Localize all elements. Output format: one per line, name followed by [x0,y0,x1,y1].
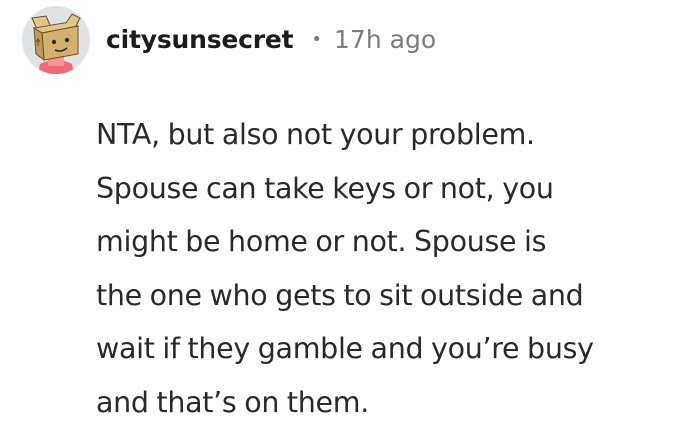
comment-body-line: Spouse can take keys or not, you [96,162,686,216]
comment-body: NTA, but also not your problem. Spouse c… [96,108,686,429]
comment-body-line: the one who gets to sit outside and [96,269,686,323]
comment-body-line: might be home or not. Spouse is [96,215,686,269]
comment-body-line: and that’s on them. [96,376,686,429]
cardboard-box-avatar-icon [22,6,90,74]
meta-separator: • [311,29,322,50]
comment-body-line: wait if they gamble and you’re busy [96,322,686,376]
comment-author[interactable]: citysunsecret [106,25,293,54]
comment-timestamp[interactable]: 17h ago [334,25,436,54]
comment-body-line: NTA, but also not your problem. [96,108,686,162]
avatar[interactable] [22,6,90,74]
comment: citysunsecret • 17h ago NTA, but also no… [0,0,700,428]
comment-header: citysunsecret • 17h ago [22,2,436,90]
